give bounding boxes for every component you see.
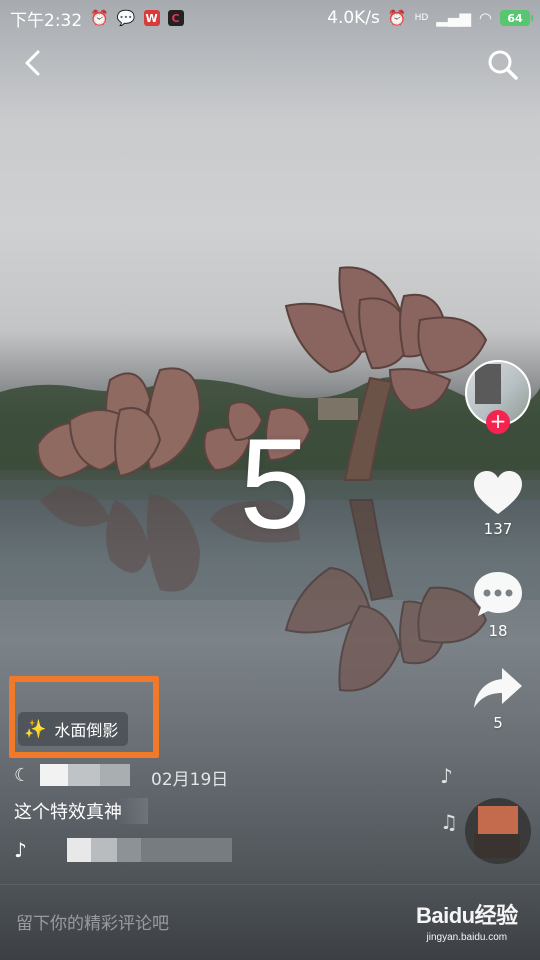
alarm-icon: ⏰ — [387, 9, 407, 27]
weibo-app-icon: W — [143, 10, 160, 26]
baidu-watermark: Baidu经验 jingyan.baidu.com — [416, 898, 518, 943]
author-name-mosaic — [40, 764, 131, 786]
moon-icon: ☾ — [14, 764, 31, 786]
share-count: 5 — [493, 714, 503, 732]
post-date: 02月19日 — [151, 770, 229, 790]
network-speed: 4.0K/s — [327, 8, 380, 28]
status-right: 4.0K/s ⏰ HD ▂▄▆ ◠ 64 — [327, 8, 533, 28]
follow-button[interactable]: + — [486, 410, 510, 434]
share-arrow-icon — [474, 668, 522, 708]
magic-wand-icon: ✨ — [24, 718, 47, 740]
comment-bubble-icon — [474, 572, 522, 616]
status-left: 下午2:32 ⏰ 💬 W C — [10, 6, 184, 31]
music-disc-button[interactable] — [465, 798, 531, 864]
effect-tag-label: 水面倒影 — [54, 721, 119, 740]
battery-icon: 64 — [500, 10, 533, 26]
tiktok-note-icon: ♪ — [14, 838, 27, 862]
clock: 下午2:32 — [10, 10, 83, 31]
like-button[interactable]: 137 — [468, 470, 528, 538]
heart-icon — [474, 471, 522, 514]
search-button[interactable] — [486, 48, 520, 82]
tiktok-app-icon: C — [167, 10, 184, 26]
share-button[interactable]: 5 — [468, 666, 528, 732]
back-button[interactable] — [18, 48, 48, 78]
comment-button[interactable]: 18 — [468, 570, 528, 640]
hd-signal-label: HD — [414, 12, 429, 23]
video-caption: 这个特效真神 — [14, 802, 122, 823]
author-row[interactable]: ☾ — [14, 764, 131, 786]
alarm-icon: ⏰ — [90, 9, 109, 27]
status-bar: 下午2:32 ⏰ 💬 W C 4.0K/s ⏰ HD ▂▄▆ ◠ 64 — [0, 0, 540, 36]
music-note-icon: ♪ — [440, 764, 453, 788]
like-count: 137 — [483, 520, 513, 538]
music-row[interactable]: ♪ — [14, 838, 232, 862]
music-title-mosaic — [66, 838, 232, 862]
music-notes-icon: ♫ — [440, 810, 458, 834]
chevron-left-icon — [25, 50, 40, 76]
comment-count: 18 — [488, 622, 508, 640]
wifi-icon: ◠ — [478, 9, 492, 27]
wechat-icon: 💬 — [116, 9, 136, 27]
watermark-brand: Baidu经验 — [416, 903, 518, 928]
countdown-number: 5 — [239, 413, 311, 556]
search-icon — [488, 50, 518, 80]
effect-tag-button[interactable]: ✨ 水面倒影 — [18, 712, 129, 746]
watermark-site: jingyan.baidu.com — [426, 932, 508, 943]
signal-icon: ▂▄▆ — [436, 9, 471, 27]
